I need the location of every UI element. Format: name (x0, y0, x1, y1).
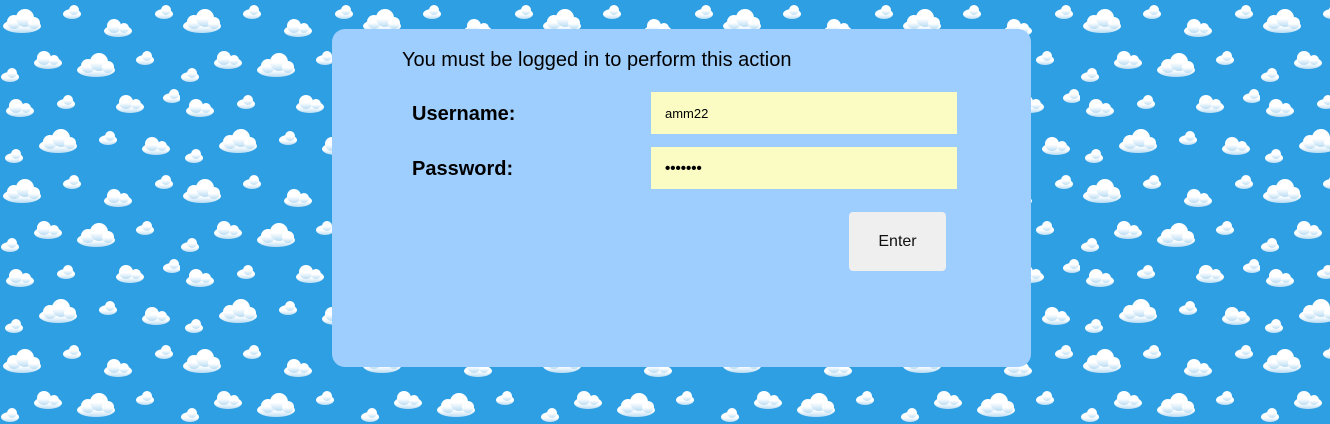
username-label: Username: (412, 103, 516, 125)
login-panel: You must be logged in to perform this ac… (332, 29, 1031, 367)
password-input[interactable] (651, 147, 957, 189)
login-required-message: You must be logged in to perform this ac… (402, 49, 792, 71)
password-label: Password: (412, 158, 514, 180)
username-input[interactable] (651, 92, 957, 134)
enter-button[interactable]: Enter (849, 212, 946, 271)
